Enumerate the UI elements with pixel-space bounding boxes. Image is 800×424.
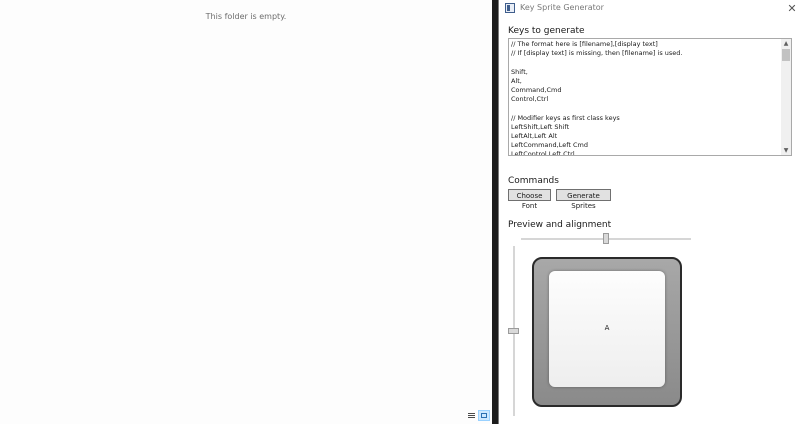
key-cap-face: A [549,271,665,387]
details-view-icon [468,413,475,418]
explorer-pane: This folder is empty. [0,0,492,424]
vertical-alignment-slider[interactable] [508,246,520,416]
details-view-button[interactable] [466,411,477,420]
vertical-slider-thumb[interactable] [508,328,519,334]
title-bar[interactable]: Key Sprite Generator ✕ [499,0,800,18]
close-button[interactable]: ✕ [783,0,800,18]
scroll-down-icon[interactable]: ▼ [781,146,791,155]
keys-textarea[interactable]: // The format here is [filename],[displa… [508,38,792,156]
keys-to-generate-label: Keys to generate [508,26,585,36]
empty-folder-message: This folder is empty. [205,12,287,21]
vertical-scrollbar[interactable]: ▲ ▼ [781,39,791,155]
horizontal-slider-thumb[interactable] [603,233,609,244]
preview-and-alignment-label: Preview and alignment [508,220,612,230]
keys-text-content[interactable]: // The format here is [filename],[displa… [511,40,779,155]
scrollbar-thumb[interactable] [782,49,790,61]
large-icons-view-button[interactable] [478,410,490,421]
window-title: Key Sprite Generator [520,3,604,12]
tiles-view-icon [481,413,487,418]
generate-sprites-button[interactable]: Generate Sprites [556,189,611,210]
commands-label: Commands [508,176,559,186]
scroll-up-icon[interactable]: ▲ [781,39,791,48]
key-sprite-generator-window: Key Sprite Generator ✕ Keys to generate … [498,0,800,424]
app-window-icon [505,3,515,13]
horizontal-alignment-slider[interactable] [521,233,691,245]
key-sprite-preview: A [532,257,682,407]
key-preview-character: A [604,324,610,332]
choose-font-button[interactable]: Choose Font [508,189,551,210]
